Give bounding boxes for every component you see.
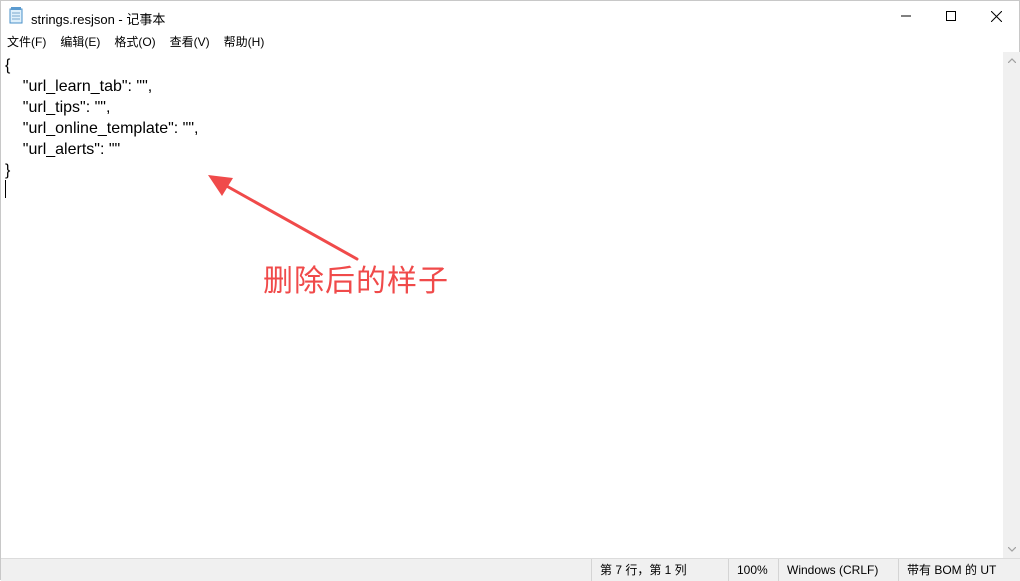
title-bar[interactable]: strings.resjson - 记事本 — [1, 1, 1019, 31]
menu-edit[interactable]: 编辑(E) — [53, 32, 107, 52]
close-icon — [990, 10, 1002, 22]
encoding: 带有 BOM 的 UT — [898, 559, 1020, 581]
menu-view[interactable]: 查看(V) — [163, 32, 217, 52]
minimize-icon — [901, 15, 911, 17]
menu-format[interactable]: 格式(O) — [107, 32, 162, 52]
annotation-label: 删除后的样子 — [263, 264, 449, 299]
window-title: strings.resjson - 记事本 — [31, 12, 166, 27]
close-button[interactable] — [973, 1, 1019, 31]
editor-content[interactable]: { "url_learn_tab": "", "url_tips": "", "… — [5, 55, 198, 181]
maximize-icon — [946, 11, 956, 21]
scroll-down-button[interactable] — [1003, 541, 1020, 558]
notepad-window: strings.resjson - 记事本 文件(F) 编辑(E) 格式(O) … — [0, 0, 1020, 581]
menu-file[interactable]: 文件(F) — [1, 32, 53, 52]
cursor-position: 第 7 行，第 1 列 — [591, 559, 728, 581]
maximize-button[interactable] — [928, 1, 974, 31]
menu-bar: 文件(F) 编辑(E) 格式(O) 查看(V) 帮助(H) — [1, 32, 271, 52]
scroll-up-button[interactable] — [1003, 52, 1020, 69]
status-bar: 第 7 行，第 1 列 100% Windows (CRLF) 带有 BOM 的… — [1, 558, 1020, 581]
chevron-down-icon — [1007, 547, 1016, 552]
text-editor[interactable]: { "url_learn_tab": "", "url_tips": "", "… — [1, 52, 1003, 558]
text-caret — [5, 180, 6, 198]
zoom-level: 100% — [728, 559, 778, 581]
menu-help[interactable]: 帮助(H) — [217, 32, 272, 52]
minimize-button[interactable] — [883, 1, 929, 31]
line-ending: Windows (CRLF) — [778, 559, 898, 581]
notepad-icon — [9, 7, 23, 24]
chevron-up-icon — [1007, 58, 1016, 63]
vertical-scrollbar[interactable] — [1003, 52, 1020, 558]
